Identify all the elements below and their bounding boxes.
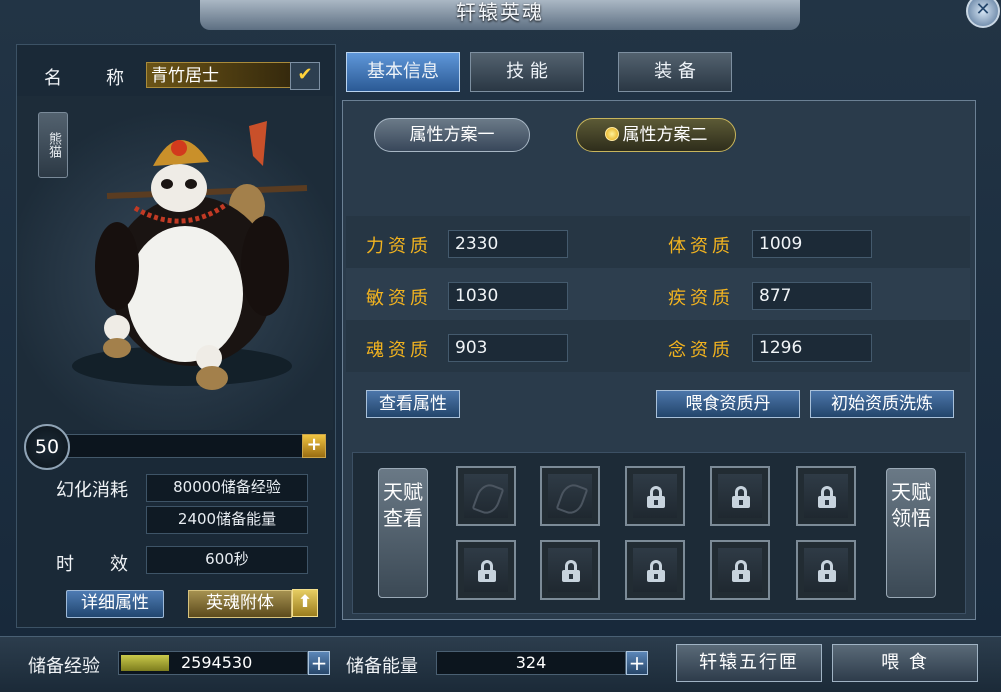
attribute-row: 魂资质 903 念资质 1296 [346,320,970,372]
feed-button[interactable]: 喂 食 [832,644,978,682]
tab-basic-info[interactable]: 基本信息 [346,52,460,92]
talent-learn-button[interactable]: 天赋领悟 [886,468,936,598]
feed-aptitude-pill-button[interactable]: 喂食资质丹 [656,390,800,418]
selected-radio-icon [604,127,619,141]
talent-slot-locked[interactable] [625,466,685,526]
reserve-exp-label: 储备经验 [28,656,100,677]
duration-value: 600秒 [146,546,308,574]
duration-label-2: 效 [110,554,128,575]
talent-slot-locked[interactable] [710,540,770,600]
duration-label-1: 时 [56,554,74,575]
lock-icon [647,486,665,508]
attribute-row: 敏资质 1030 疾资质 877 [346,268,970,320]
reserve-energy-label: 储备能量 [346,656,418,677]
attr-value-mind: 1296 [752,334,872,362]
tab-skills[interactable]: 技 能 [470,52,584,92]
talent-slot-locked[interactable] [796,540,856,600]
tab-equipment[interactable]: 装 备 [618,52,732,92]
name-label-2: 称 [106,68,124,89]
attr-value-agility: 1030 [448,282,568,310]
talent-slot-locked[interactable] [456,540,516,600]
add-energy-plus-button[interactable]: + [626,651,648,675]
reserve-exp-bar: 2594530 [118,651,308,675]
attribute-plan-2-button[interactable]: 属性方案二 [576,118,736,152]
level-progress-bar [60,434,304,458]
attr-label-speed: 疾资质 [668,288,734,309]
attr-value-strength: 2330 [448,230,568,258]
leaf-placeholder-icon [471,480,505,518]
talent-slot-locked[interactable] [540,540,600,600]
reserve-energy-bar: 324 [436,651,626,675]
attribute-row: 力资质 2330 体资质 1009 [346,216,970,268]
lock-icon [732,486,750,508]
cost-exp-value: 80000储备经验 [146,474,308,502]
attr-label-constitution: 体资质 [668,236,734,257]
level-up-plus-button[interactable]: + [302,434,326,458]
window-title: 轩辕英魂 [200,0,800,30]
talent-view-button[interactable]: 天赋查看 [378,468,428,598]
lock-icon [647,560,665,582]
attr-label-mind: 念资质 [668,340,734,361]
confirm-name-button[interactable]: ✔ [290,62,320,90]
leaf-placeholder-icon [555,480,589,518]
level-badge: 50 [24,424,70,470]
reset-aptitude-button[interactable]: 初始资质洗炼 [810,390,954,418]
talent-slot-locked[interactable] [710,466,770,526]
attr-label-soul: 魂资质 [366,340,432,361]
talent-slot-empty[interactable] [456,466,516,526]
attr-value-soul: 903 [448,334,568,362]
lock-icon [478,560,496,582]
detail-attributes-button[interactable]: 详细属性 [66,590,164,618]
talent-slot-locked[interactable] [796,466,856,526]
view-attributes-button[interactable]: 查看属性 [366,390,460,418]
plan-2-label: 属性方案二 [622,125,708,145]
cost-label: 幻化消耗 [56,480,128,501]
cost-energy-value: 2400储备能量 [146,506,308,534]
lock-icon [818,486,836,508]
attribute-grid: 力资质 2330 体资质 1009 敏资质 1030 疾资质 877 魂资质 9… [346,216,970,374]
plan-1-label: 属性方案一 [409,125,495,145]
name-label-1: 名 [44,68,62,89]
attr-label-agility: 敏资质 [366,288,432,309]
lock-icon [818,560,836,582]
talent-slot-empty[interactable] [540,466,600,526]
hero-attach-button[interactable]: 英魂附体 [188,590,292,618]
attr-value-speed: 877 [752,282,872,310]
reserve-exp-value: 2594530 [181,653,253,672]
attr-value-constitution: 1009 [752,230,872,258]
attribute-plan-1-button[interactable]: 属性方案一 [374,118,530,152]
add-exp-plus-button[interactable]: + [308,651,330,675]
attr-label-strength: 力资质 [366,236,432,257]
lock-icon [732,560,750,582]
wuxing-box-button[interactable]: 轩辕五行匣 [676,644,822,682]
species-tag: 熊猫 [38,112,68,178]
upgrade-arrow-icon[interactable]: ⬆ [292,589,318,617]
talent-slot-locked[interactable] [625,540,685,600]
reserve-energy-value: 324 [515,653,547,672]
lock-icon [562,560,580,582]
